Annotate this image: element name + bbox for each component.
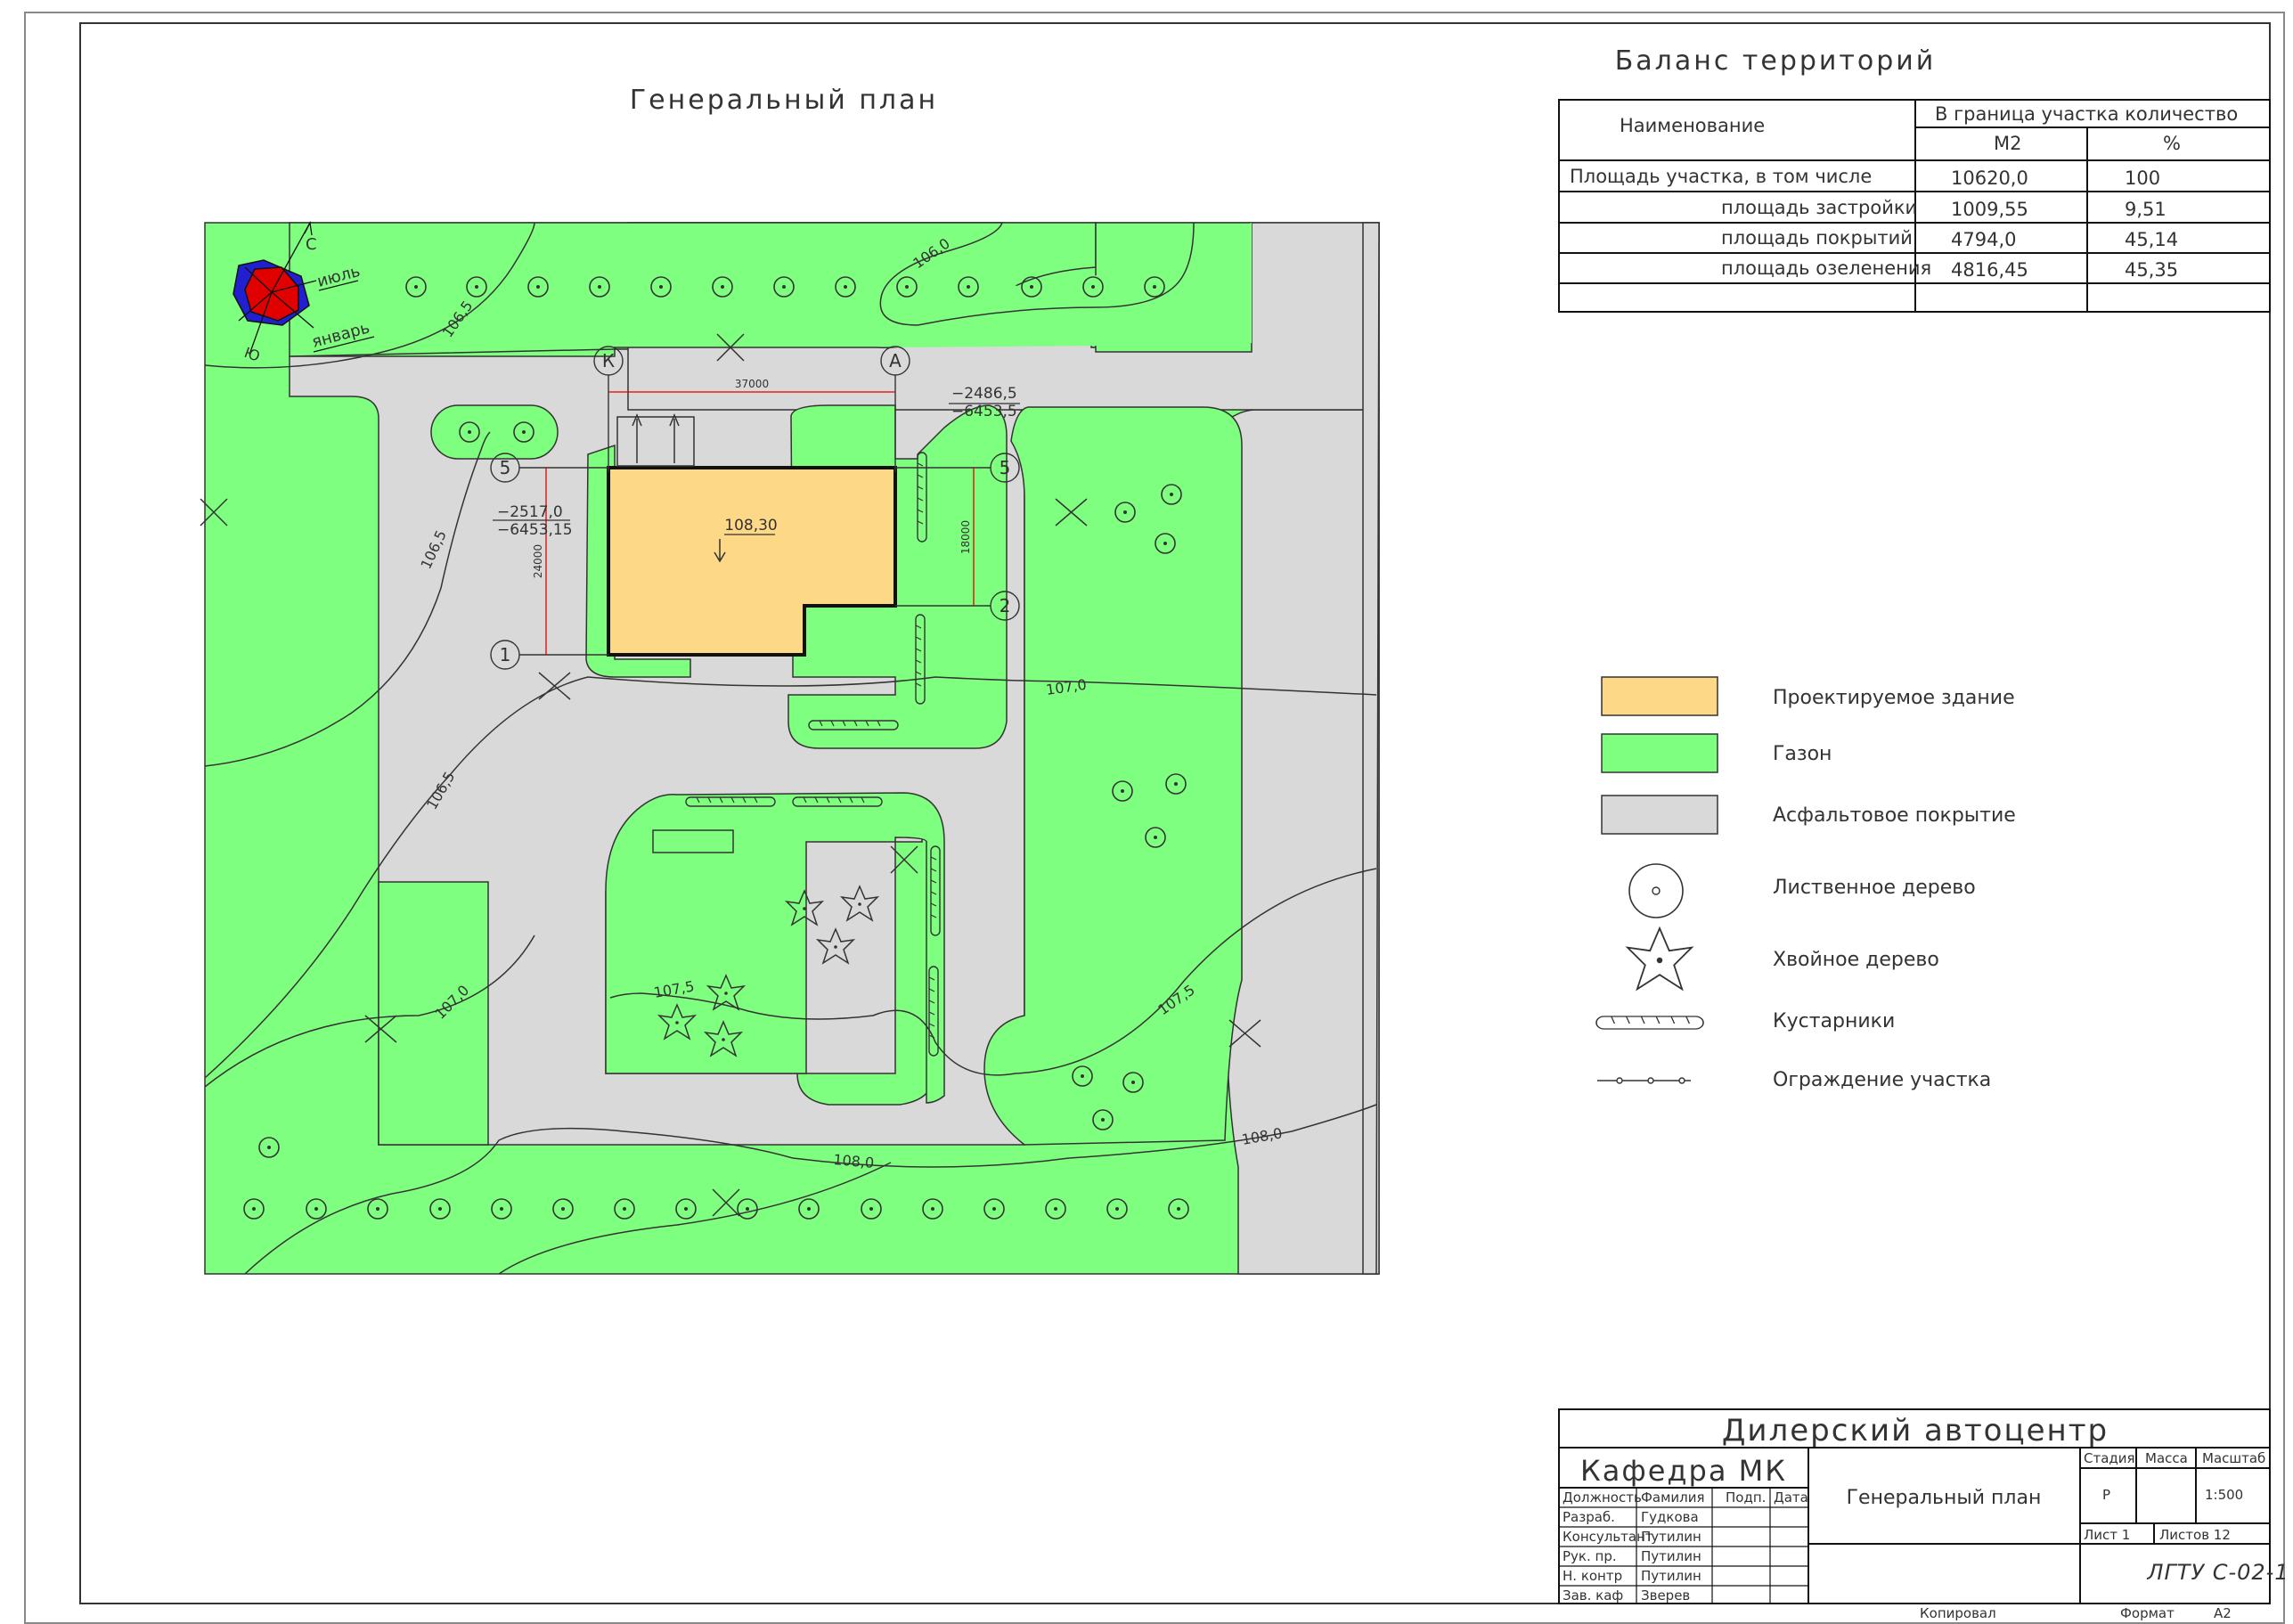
table-row-name: площадь застройки xyxy=(1721,197,1917,218)
stamp-col-sign: Подп. xyxy=(1726,1489,1766,1506)
legend-deciduous-icon xyxy=(1628,863,1684,918)
site-plan: Генеральный план 108,30 106,0 106,5 106,… xyxy=(200,85,1380,1275)
legend-shrub-icon xyxy=(1595,1016,1704,1030)
table-row-percent: 45,14 xyxy=(2125,229,2178,250)
table-row-percent: 100 xyxy=(2125,167,2160,189)
legend-fence-icon xyxy=(1597,1077,1691,1084)
svg-text:−2486,5: −2486,5 xyxy=(951,385,1017,403)
table-row-name: площадь озеленения xyxy=(1721,257,1931,279)
table-row-m2: 10620,0 xyxy=(1951,167,2028,189)
svg-text:2: 2 xyxy=(1000,595,1011,616)
stamp-project-title: Дилерский автоцентр xyxy=(1722,1413,2109,1449)
col-header-percent: % xyxy=(2163,133,2181,154)
stamp-person-role: Консультант xyxy=(1563,1529,1653,1545)
stamp-person-name: Путилин xyxy=(1641,1529,1701,1545)
col-header-group: В граница участка количество xyxy=(1935,103,2238,125)
plan-title: Генеральный план xyxy=(630,85,938,116)
stamp-person-role: Разраб. xyxy=(1563,1509,1615,1525)
stamp-code: ЛГТУ С-02-1 xyxy=(2146,1560,2289,1585)
stamp-person-role: Рук. пр. xyxy=(1563,1548,1617,1564)
legend-conifer-icon xyxy=(1625,926,1694,992)
svg-text:108,0: 108,0 xyxy=(833,1151,875,1171)
stamp-sheet-count: Листов 12 xyxy=(2159,1527,2231,1543)
stamp-sheet-title: Генеральный план xyxy=(1847,1487,2042,1509)
legend-label-fence: Ограждение участка xyxy=(1773,1069,1991,1091)
title-block: Дилерский автоцентр Кафедра МК Генеральн… xyxy=(1558,1408,2289,1621)
stamp-person-role: Зав. каф xyxy=(1563,1587,1623,1604)
legend-label-shrubs: Кустарники xyxy=(1773,1010,1895,1032)
table-row-name: Площадь участка, в том числе xyxy=(1570,166,1872,187)
stamp-col-date: Дата xyxy=(1774,1489,1808,1506)
svg-text:А: А xyxy=(889,350,902,371)
stamp-scale-label: Масштаб xyxy=(2202,1450,2265,1466)
svg-text:5: 5 xyxy=(500,457,511,478)
building-height: 108,30 xyxy=(724,517,777,535)
wind-rose-north: С xyxy=(306,235,317,254)
stamp-department: Кафедра МК xyxy=(1580,1454,1787,1488)
legend-label-conifer: Хвойное дерево xyxy=(1773,949,1939,971)
legend-swatch-asphalt xyxy=(1601,795,1718,835)
stamp-stage: Р xyxy=(2102,1487,2110,1503)
legend: Проектируемое здание Газон Асфальтовое п… xyxy=(1595,676,2016,1091)
balance-table: Баланс территорий Наименование В граница… xyxy=(1558,45,2271,313)
stamp-mass-label: Масса xyxy=(2145,1450,2188,1466)
svg-text:1: 1 xyxy=(500,644,511,665)
stamp-col-role: Должность xyxy=(1563,1489,1642,1506)
stamp-person-role: Н. контр xyxy=(1563,1568,1622,1584)
legend-label-lawn: Газон xyxy=(1773,743,1832,765)
stamp-col-surname: Фамилия xyxy=(1641,1489,1705,1506)
stamp-copied: Копировал xyxy=(1920,1605,1996,1621)
table-row-m2: 4794,0 xyxy=(1951,229,2016,250)
svg-text:−6453,15: −6453,15 xyxy=(497,521,573,539)
col-header-name: Наименование xyxy=(1620,115,1765,136)
legend-label-deciduous: Лиственное дерево xyxy=(1773,877,1976,899)
stamp-scale: 1:500 xyxy=(2205,1487,2243,1503)
balance-title: Баланс территорий xyxy=(1615,45,1937,77)
stamp-format: А2 xyxy=(2214,1605,2232,1621)
col-header-m2: М2 xyxy=(1994,133,2021,154)
legend-swatch-building xyxy=(1601,676,1718,716)
table-row-m2: 4816,45 xyxy=(1951,259,2028,281)
table-row-name: площадь покрытий xyxy=(1721,227,1913,249)
stamp-stage-label: Стадия xyxy=(2084,1450,2135,1466)
svg-text:−2517,0: −2517,0 xyxy=(497,503,563,521)
stamp-person-name: Гудкова xyxy=(1641,1509,1699,1525)
table-row-percent: 45,35 xyxy=(2125,259,2178,281)
svg-text:К: К xyxy=(602,350,615,371)
legend-label-building: Проектируемое здание xyxy=(1773,687,2015,709)
table-row-m2: 1009,55 xyxy=(1951,199,2028,220)
stamp-sheet-number: Лист 1 xyxy=(2084,1527,2130,1543)
stamp-person-name: Зверев xyxy=(1641,1587,1690,1604)
svg-text:−6453,5: −6453,5 xyxy=(951,403,1017,420)
stamp-person-name: Путилин xyxy=(1641,1568,1701,1584)
dimension-right: 18000 xyxy=(959,520,972,554)
stamp-format-label: Формат xyxy=(2120,1605,2175,1621)
svg-text:5: 5 xyxy=(1000,457,1011,478)
stamp-person-name: Путилин xyxy=(1641,1548,1701,1564)
dimension-horizontal: 37000 xyxy=(735,378,769,390)
legend-swatch-lawn xyxy=(1601,733,1718,773)
drawing-sheet: Генеральный план 108,30 106,0 106,5 106,… xyxy=(24,12,2289,1624)
table-row-percent: 9,51 xyxy=(2125,199,2167,220)
dimension-left: 24000 xyxy=(532,544,544,578)
legend-label-asphalt: Асфальтовое покрытие xyxy=(1773,804,2016,827)
